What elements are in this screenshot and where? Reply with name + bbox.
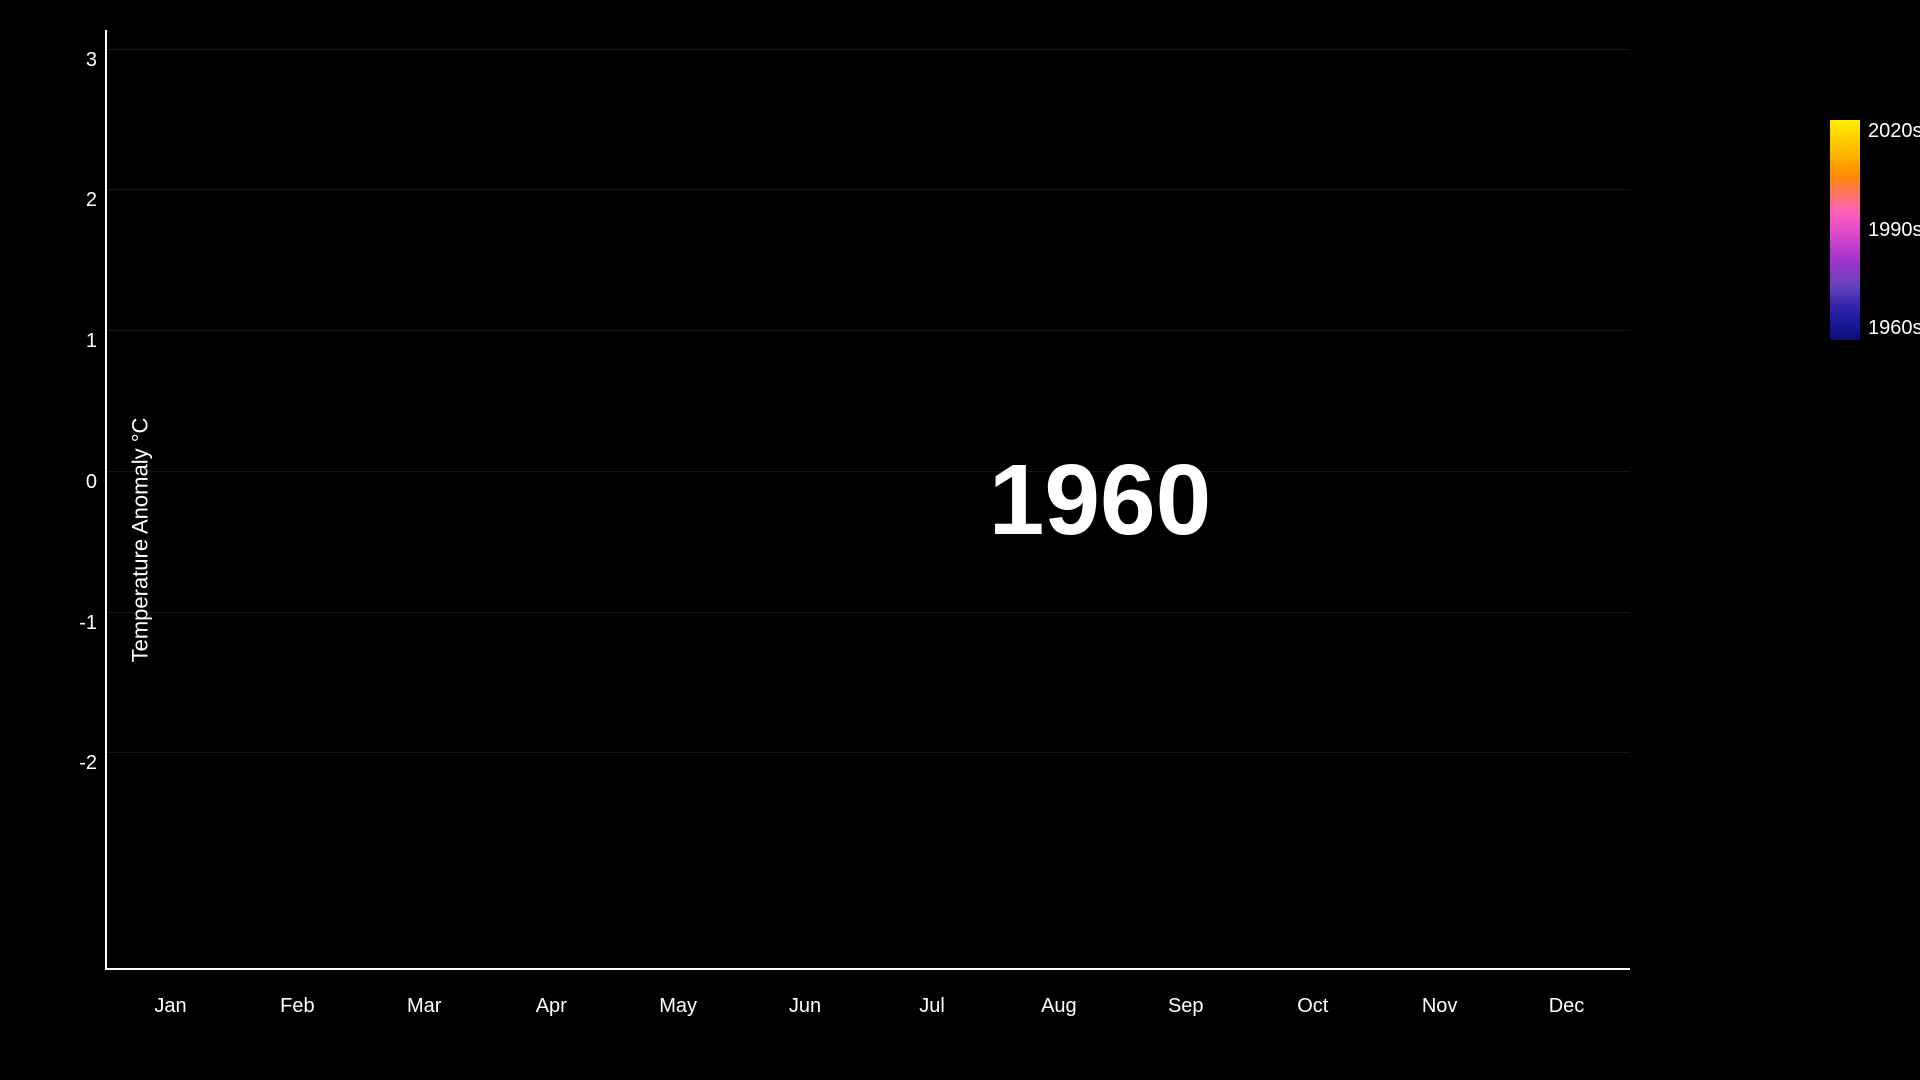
- x-tick-dec: Dec: [1549, 995, 1585, 1018]
- legend-label-1990s: 1990s: [1868, 219, 1920, 242]
- x-tick-mar: Mar: [407, 995, 441, 1018]
- year-label: 1960: [989, 443, 1211, 558]
- x-tick-sep: Sep: [1168, 995, 1204, 1018]
- legend-labels: 2020s 1990s 1960s: [1868, 120, 1920, 340]
- y-tick-1: 1: [86, 330, 107, 353]
- x-tick-jun: Jun: [789, 995, 821, 1018]
- x-tick-oct: Oct: [1297, 995, 1328, 1018]
- legend-label-1960s: 1960s: [1868, 317, 1920, 340]
- x-tick-apr: Apr: [536, 995, 567, 1018]
- x-tick-jan: Jan: [154, 995, 186, 1018]
- y-tick-0: 0: [86, 471, 107, 494]
- legend: 2020s 1990s 1960s: [1830, 120, 1860, 340]
- x-tick-feb: Feb: [280, 995, 314, 1018]
- y-tick-3: 3: [86, 49, 107, 72]
- legend-gradient: [1830, 120, 1860, 340]
- y-tick-neg2: -2: [79, 752, 107, 775]
- year-display-container: 1960: [570, 30, 1630, 970]
- x-tick-aug: Aug: [1041, 995, 1077, 1018]
- chart-container: Temperature Anomaly °C 3 2 1 0 -1 -2 Jan…: [0, 0, 1920, 1080]
- x-tick-jul: Jul: [919, 995, 945, 1018]
- y-tick-2: 2: [86, 189, 107, 212]
- y-tick-neg1: -1: [79, 612, 107, 635]
- x-tick-nov: Nov: [1422, 995, 1458, 1018]
- legend-label-2020s: 2020s: [1868, 120, 1920, 143]
- x-tick-may: May: [659, 995, 697, 1018]
